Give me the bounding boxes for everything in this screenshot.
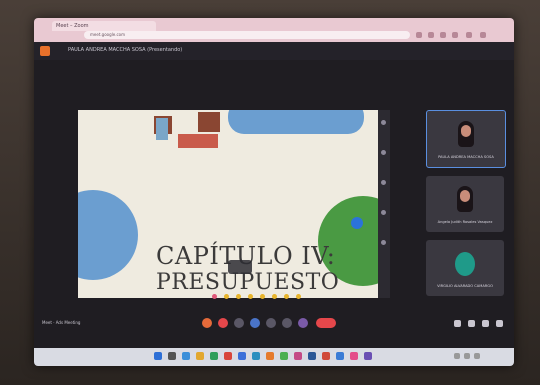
captions-icon[interactable] <box>234 318 244 328</box>
taskbar-app-icon[interactable] <box>322 352 330 360</box>
emoji-icon[interactable] <box>296 294 301 299</box>
taskbar-app-icon[interactable] <box>238 352 246 360</box>
extension-icon[interactable] <box>416 32 422 38</box>
slide-decoration <box>178 134 218 148</box>
emoji-icon[interactable] <box>236 294 241 299</box>
participant-name: PAULA ANDREA MACCHA SOSA <box>438 155 494 159</box>
camera-icon[interactable] <box>218 318 228 328</box>
activities-icon[interactable] <box>496 320 503 327</box>
photo-frame: Meet – Zoom meet.google.com PAULA ANDREA… <box>0 0 540 385</box>
slide-decoration <box>198 112 220 132</box>
search-icon[interactable] <box>168 352 176 360</box>
raise-hand-icon[interactable] <box>250 318 260 328</box>
heart-icon[interactable] <box>212 294 217 299</box>
tool-icon[interactable] <box>381 120 386 125</box>
participant-avatar <box>455 252 475 276</box>
info-icon[interactable] <box>454 320 461 327</box>
meeting-footer-label: Meet · Ads Meeting <box>42 320 81 325</box>
os-taskbar <box>34 348 514 366</box>
tool-icon[interactable] <box>381 240 386 245</box>
menu-icon[interactable] <box>480 32 486 38</box>
tool-icon[interactable] <box>381 150 386 155</box>
emoji-icon[interactable] <box>224 294 229 299</box>
people-icon[interactable] <box>468 320 475 327</box>
taskbar-app-icon[interactable] <box>336 352 344 360</box>
taskbar-app-icon[interactable] <box>364 352 372 360</box>
taskbar-app-icon[interactable] <box>252 352 260 360</box>
participant-tile[interactable]: VIRGILIO ALVARADO CAMARGO <box>426 240 504 296</box>
profile-icon[interactable] <box>466 32 472 38</box>
address-bar[interactable]: meet.google.com <box>84 31 410 39</box>
present-icon[interactable] <box>266 318 276 328</box>
meeting-header: PAULA ANDREA MACCHA SOSA (Presentando) <box>34 42 514 60</box>
volume-icon[interactable] <box>464 353 470 359</box>
chat-icon[interactable] <box>482 320 489 327</box>
presentation-side-toolbar <box>378 110 390 298</box>
browser-icon[interactable] <box>280 352 288 360</box>
folder-icon[interactable] <box>196 352 204 360</box>
participant-tile[interactable]: Angela Judith Rosales Vasquez <box>426 176 504 232</box>
taskbar-app-icon[interactable] <box>182 352 190 360</box>
slide-figure <box>156 118 168 140</box>
participant-face <box>460 190 470 202</box>
slide-header-shape <box>228 110 364 134</box>
emoji-icon[interactable] <box>248 294 253 299</box>
meeting-title: PAULA ANDREA MACCHA SOSA (Presentando) <box>68 47 183 53</box>
taskbar-app-icon[interactable] <box>294 352 302 360</box>
participant-tile[interactable]: PAULA ANDREA MACCHA SOSA <box>426 110 506 168</box>
presentation-stage: CAPÍTULO IV: PRESUPUESTO <box>78 110 384 298</box>
battery-icon[interactable] <box>474 353 480 359</box>
taskbar-app-icon[interactable] <box>210 352 218 360</box>
taskbar-app-icon[interactable] <box>266 352 274 360</box>
more-options-icon[interactable] <box>282 318 292 328</box>
annotation-badge[interactable] <box>351 217 363 229</box>
extension-icon[interactable] <box>428 32 434 38</box>
emoji-icon[interactable] <box>260 294 265 299</box>
tool-icon[interactable] <box>381 180 386 185</box>
effects-icon[interactable] <box>298 318 308 328</box>
taskbar-app-icon[interactable] <box>308 352 316 360</box>
taskbar-app-icon[interactable] <box>350 352 358 360</box>
start-icon[interactable] <box>154 352 162 360</box>
taskbar-app-icon[interactable] <box>224 352 232 360</box>
browser-tab[interactable]: Meet – Zoom <box>52 21 156 31</box>
participant-name: Angela Judith Rosales Vasquez <box>437 220 493 224</box>
emoji-icon[interactable] <box>284 294 289 299</box>
slide-circle-blue <box>78 190 138 280</box>
extension-icon[interactable] <box>452 32 458 38</box>
presentation-overlay-button[interactable] <box>228 260 252 274</box>
extension-icon[interactable] <box>440 32 446 38</box>
wifi-icon[interactable] <box>454 353 460 359</box>
phone-hangup-icon[interactable] <box>316 318 336 328</box>
monitor-screen: Meet – Zoom meet.google.com PAULA ANDREA… <box>34 18 514 366</box>
participant-face <box>461 125 471 137</box>
tool-icon[interactable] <box>381 210 386 215</box>
emoji-icon[interactable] <box>272 294 277 299</box>
browser-toolbar: Meet – Zoom meet.google.com <box>34 18 514 42</box>
participant-name: VIRGILIO ALVARADO CAMARGO <box>437 284 493 288</box>
microphone-icon[interactable] <box>202 318 212 328</box>
meet-logo <box>40 46 50 56</box>
